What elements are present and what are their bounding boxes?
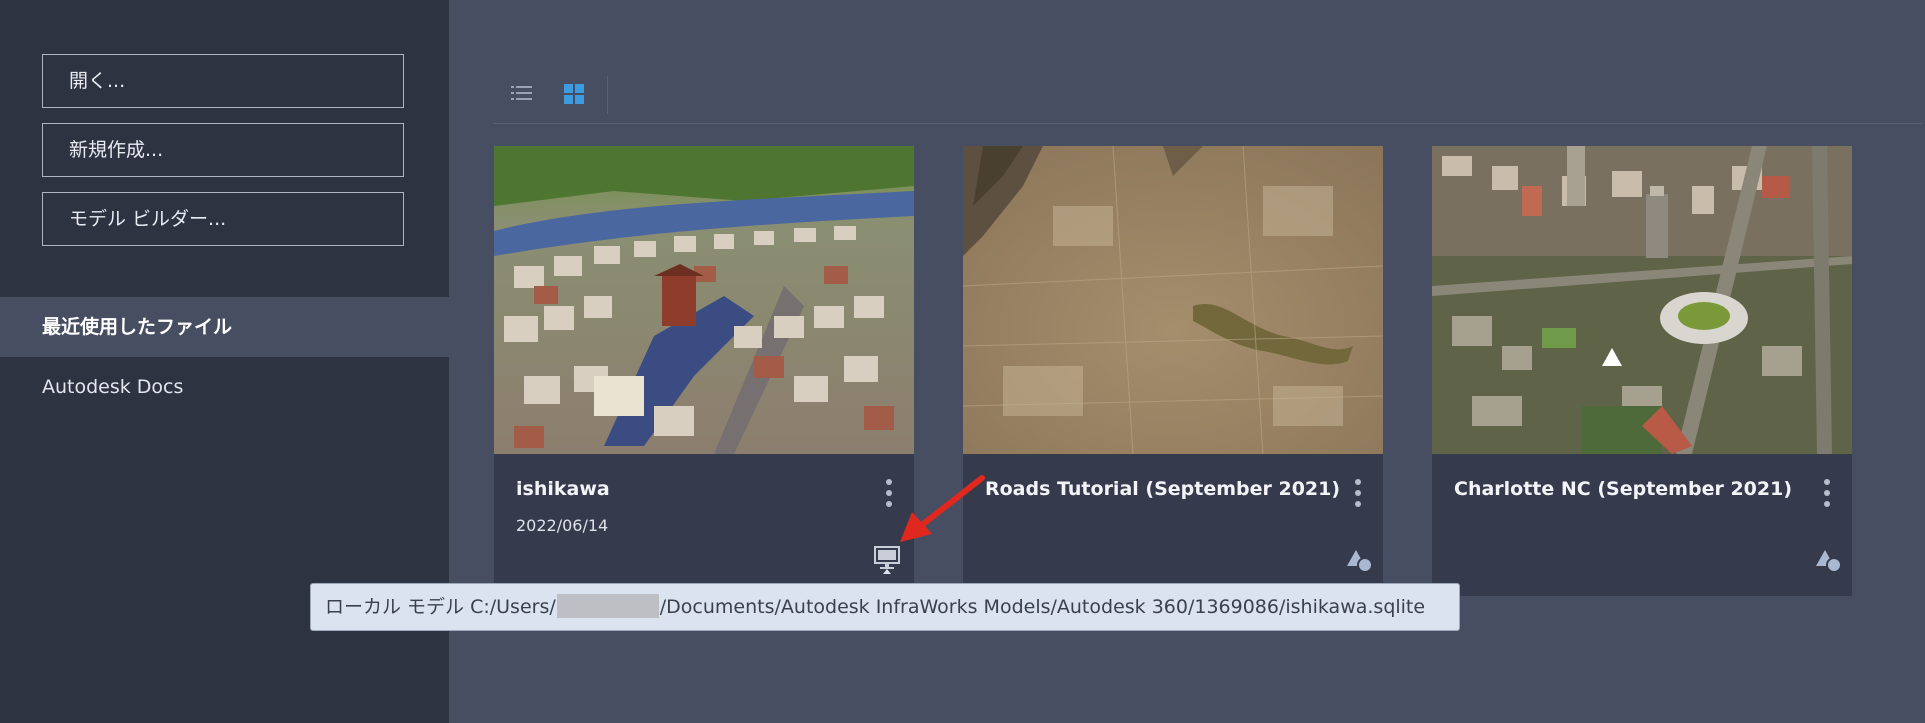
kebab-menu-icon: [1824, 479, 1830, 507]
shapes-icon: [1347, 550, 1373, 573]
model-date: 2022/06/14: [516, 516, 609, 535]
sidebar-item-recent-files[interactable]: 最近使用したファイル: [0, 297, 449, 357]
model-thumbnail[interactable]: [963, 146, 1383, 454]
list-icon: [511, 86, 532, 100]
view-toolbar: [493, 62, 1923, 124]
model-builder-button[interactable]: モデル ビルダー...: [42, 192, 404, 246]
more-options-button[interactable]: [1350, 476, 1366, 512]
model-thumbnail[interactable]: [1432, 146, 1852, 454]
city-thumbnail-image: [494, 146, 914, 454]
model-card-ishikawa[interactable]: ishikawa 2022/06/14: [494, 146, 914, 596]
kebab-menu-icon: [1355, 479, 1361, 507]
grid-view-button[interactable]: [559, 80, 589, 108]
toolbar-divider: [607, 76, 608, 114]
list-view-button[interactable]: [507, 80, 537, 108]
city-thumbnail-image: [1432, 146, 1852, 454]
model-title: Charlotte NC (September 2021): [1454, 478, 1793, 500]
model-thumbnail[interactable]: [494, 146, 914, 454]
local-model-path-tooltip: ローカル モデル C:/Users/ /Documents/Autodesk In…: [310, 583, 1460, 631]
model-title: ishikawa: [516, 478, 610, 500]
grid-icon: [564, 84, 584, 104]
model-card-charlotte-nc[interactable]: Charlotte NC (September 2021): [1432, 146, 1852, 596]
new-button[interactable]: 新規作成...: [42, 123, 404, 177]
cloud-model-indicator: [1343, 544, 1377, 574]
terrain-thumbnail-image: [963, 146, 1383, 454]
red-arrow-annotation: [900, 475, 985, 542]
tooltip-path-suffix: /Documents/Autodesk InfraWorks Models/Au…: [659, 596, 1426, 618]
more-options-button[interactable]: [1819, 476, 1835, 512]
model-title: Roads Tutorial (September 2021): [985, 478, 1341, 500]
tooltip-path-prefix: ローカル モデル C:/Users/: [325, 596, 556, 618]
redacted-username: [556, 593, 659, 618]
shapes-icon: [1816, 550, 1842, 573]
model-card-roads-tutorial[interactable]: Roads Tutorial (September 2021): [963, 146, 1383, 596]
open-button[interactable]: 開く...: [42, 54, 404, 108]
cloud-model-indicator: [1812, 544, 1846, 574]
sidebar-item-autodesk-docs[interactable]: Autodesk Docs: [0, 357, 449, 417]
